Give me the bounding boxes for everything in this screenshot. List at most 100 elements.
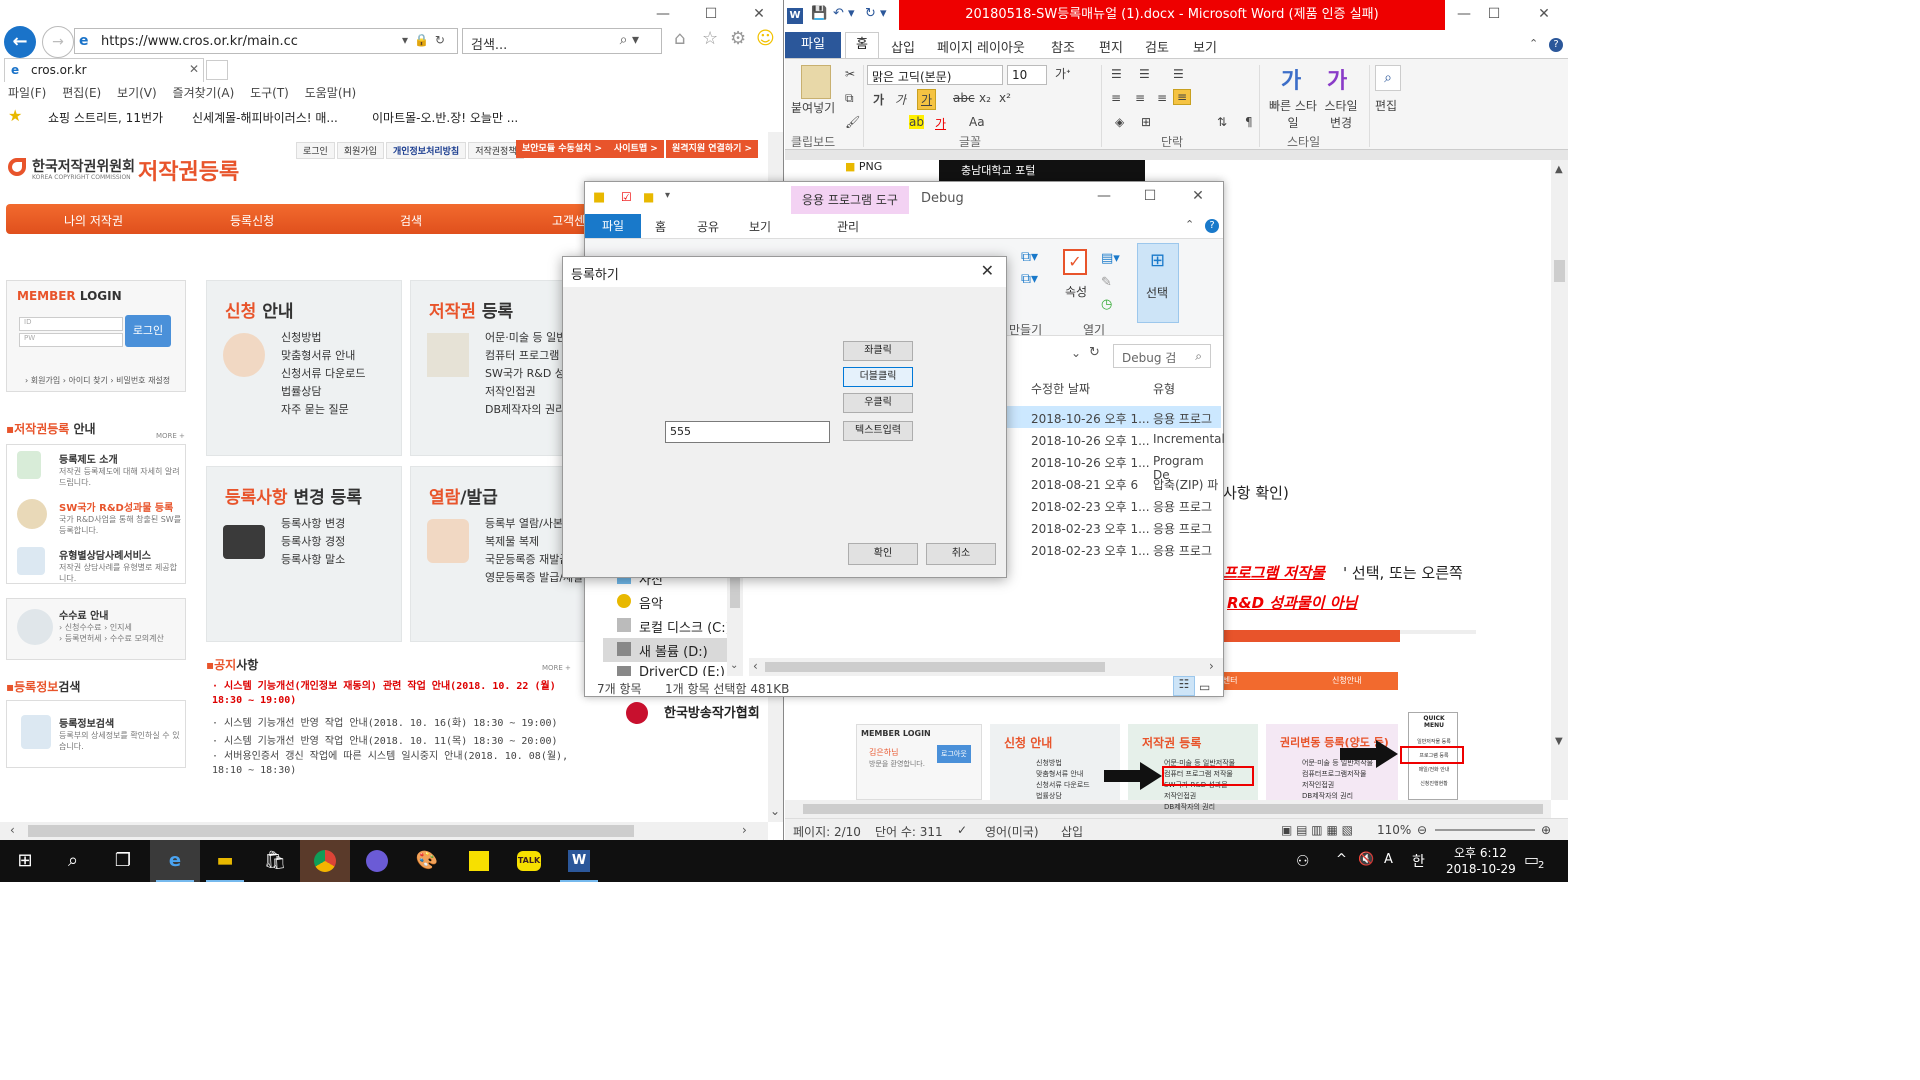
tile-link[interactable]: 신청서류 다운로드 bbox=[281, 365, 365, 383]
sort-icon[interactable]: ⇅ bbox=[1217, 115, 1227, 129]
shading-icon[interactable]: ◈ bbox=[1115, 115, 1124, 129]
scroll-up-icon[interactable]: ▲ bbox=[1555, 164, 1563, 175]
maximize-button[interactable]: ☐ bbox=[694, 4, 728, 24]
zoom-in-icon[interactable]: ⊕ bbox=[1541, 823, 1551, 837]
qat-dropdown-icon[interactable]: ▾ bbox=[665, 190, 670, 201]
zoom-slider[interactable] bbox=[1435, 829, 1535, 831]
maximize-button[interactable]: ☐ bbox=[1477, 4, 1511, 24]
minimize-button[interactable]: — bbox=[1447, 4, 1481, 24]
status-language[interactable]: 영어(미국) bbox=[985, 823, 1039, 840]
sitemap-button[interactable]: 사이트맵 > bbox=[608, 140, 664, 158]
properties-icon[interactable]: ☑ bbox=[621, 190, 632, 204]
ie-taskbar-icon[interactable]: e bbox=[150, 840, 200, 882]
notice-item[interactable]: · 시스템 기능개선 반영 작업 안내(2018. 10. 11(목) 18:3… bbox=[212, 732, 558, 747]
nav-item[interactable]: DriverCD (E:) bbox=[603, 662, 743, 676]
col-type[interactable]: 유형 bbox=[1153, 380, 1175, 397]
align-center-icon[interactable]: ≡ bbox=[1135, 91, 1145, 105]
tab-references[interactable]: 참조 bbox=[1051, 37, 1075, 56]
close-button[interactable]: ✕ bbox=[742, 4, 776, 24]
open-icon[interactable]: ▤▾ bbox=[1101, 251, 1120, 266]
scroll-down-icon[interactable]: ⌄ bbox=[770, 804, 780, 818]
menu-file[interactable]: 파일(F) bbox=[8, 82, 46, 104]
highlight-icon[interactable]: ab bbox=[909, 115, 924, 129]
properties-label[interactable]: 속성 bbox=[1065, 283, 1087, 300]
tab-insert[interactable]: 삽입 bbox=[891, 37, 915, 56]
history-icon[interactable]: ◷ bbox=[1101, 297, 1112, 312]
menu-edit[interactable]: 편집(E) bbox=[62, 82, 101, 104]
search-icon[interactable]: ⌕ bbox=[48, 840, 98, 882]
scroll-thumb[interactable] bbox=[1554, 260, 1565, 282]
menu-favorites[interactable]: 즐겨찾기(A) bbox=[173, 82, 235, 104]
status-mode[interactable]: 삽입 bbox=[1061, 823, 1083, 840]
change-style-label[interactable]: 스타일 변경 bbox=[1319, 97, 1363, 131]
properties-icon[interactable]: ✓ bbox=[1063, 249, 1087, 275]
guide-item-3[interactable]: 유형별상담사례서비스 저작권 상담사례를 유형별로 제공합니다. bbox=[59, 547, 183, 584]
more-link[interactable]: MORE + bbox=[156, 432, 185, 440]
tile-link[interactable]: 자주 묻는 질문 bbox=[281, 401, 365, 419]
italic-icon[interactable]: 가 bbox=[895, 91, 906, 108]
back-icon[interactable]: ← bbox=[4, 26, 36, 58]
home-icon[interactable]: ⌂ bbox=[674, 28, 685, 49]
login-pw-input[interactable]: PW bbox=[19, 333, 123, 347]
tray-expand-icon[interactable]: ^ bbox=[1336, 852, 1347, 867]
font-name-select[interactable]: 맑은 고딕(본문) bbox=[867, 65, 1003, 85]
file-list-hscroll[interactable]: ‹ › bbox=[749, 658, 1223, 676]
nav-item[interactable]: 음악 bbox=[603, 590, 743, 614]
notice-item[interactable]: · 서버용인증서 갱신 작업에 따른 시스템 일시중지 안내(2018. 10.… bbox=[212, 750, 572, 778]
tab-review[interactable]: 검토 bbox=[1145, 37, 1169, 56]
show-marks-icon[interactable]: ¶ bbox=[1245, 115, 1253, 129]
top-link-join[interactable]: 회원가입 bbox=[336, 142, 384, 159]
address-controls[interactable]: ▾🔒↻ bbox=[402, 33, 451, 47]
left-click-button[interactable]: 좌클릭 bbox=[843, 341, 913, 361]
favorite-link-3[interactable]: 이마트몰-오.반.장! 오늘만 ... bbox=[372, 109, 518, 126]
clock-date[interactable]: 2018-10-29 bbox=[1446, 862, 1516, 876]
forward-icon[interactable]: → bbox=[42, 26, 74, 58]
smiley-icon[interactable]: ☺ bbox=[756, 28, 775, 49]
gear-icon[interactable]: ⚙ bbox=[730, 28, 746, 49]
close-button[interactable]: ✕ bbox=[1527, 4, 1561, 24]
file-row[interactable]: 2018-08-21 오후 6 압축(ZIP) 파 bbox=[1005, 472, 1221, 494]
kakaotalk-icon[interactable]: TALK bbox=[504, 840, 554, 882]
nav-apply[interactable]: 등록신청 bbox=[230, 212, 274, 229]
ie-horizontal-scrollbar[interactable]: ‹ › bbox=[0, 822, 768, 840]
copy-icon[interactable]: ⧉ bbox=[845, 91, 854, 106]
explorer-search-input[interactable]: Debug 검 ⌕ bbox=[1113, 344, 1211, 368]
quick-style-icon[interactable]: 가 bbox=[1281, 63, 1301, 95]
scroll-left-icon[interactable]: ‹ bbox=[753, 659, 758, 673]
paste-icon[interactable] bbox=[801, 65, 831, 99]
login-button[interactable]: 로그인 bbox=[125, 315, 171, 347]
language-icon[interactable]: A bbox=[1384, 852, 1393, 867]
grow-font-icon[interactable]: 가ᐩ bbox=[1055, 65, 1071, 82]
people-icon[interactable]: ⚇ bbox=[1296, 852, 1309, 870]
borders-icon[interactable]: ⊞ bbox=[1141, 115, 1151, 129]
nav-customer[interactable]: 고객센 bbox=[552, 212, 585, 229]
tab-view[interactable]: 보기 bbox=[749, 218, 771, 235]
word-taskbar-icon[interactable]: W bbox=[554, 840, 604, 882]
change-case-icon[interactable]: Aa bbox=[969, 115, 985, 129]
search-icon[interactable]: ⌕ ▾ bbox=[620, 32, 639, 48]
subscript-icon[interactable]: x₂ bbox=[979, 91, 991, 105]
tab-manage[interactable]: 관리 bbox=[837, 218, 859, 235]
store-icon[interactable]: 🛍 bbox=[250, 840, 300, 882]
favorites-star-icon[interactable]: ☆ bbox=[702, 28, 718, 49]
tab-file[interactable]: 파일 bbox=[785, 32, 841, 58]
favorite-link-1[interactable]: 쇼핑 스트리트, 11번가 bbox=[48, 109, 163, 126]
scroll-thumb[interactable] bbox=[765, 662, 1105, 672]
align-left-icon[interactable]: ≡ bbox=[1111, 91, 1121, 105]
font-size-select[interactable]: 10 bbox=[1007, 65, 1047, 85]
remote-support-button[interactable]: 원격지원 연결하기 > bbox=[666, 140, 759, 158]
notice-item[interactable]: · 시스템 기능개선 반영 작업 안내(2018. 10. 16(화) 18:3… bbox=[212, 714, 558, 729]
edit-label[interactable]: 편집 bbox=[1375, 97, 1397, 114]
volume-muted-icon[interactable]: 🔇 bbox=[1358, 852, 1374, 867]
search-info[interactable]: 등록정보검색 등록부의 상세정보를 확인하실 수 있습니다. bbox=[59, 715, 183, 752]
copy-path-icon[interactable]: ⧉▾ bbox=[1021, 249, 1038, 265]
paint-icon[interactable]: 🎨 bbox=[402, 840, 452, 882]
bullets-icon[interactable]: ☰ bbox=[1111, 67, 1122, 81]
tab-mailings[interactable]: 편지 bbox=[1099, 37, 1123, 56]
file-row[interactable]: 2018-10-26 오후 1... Program De bbox=[1005, 450, 1221, 482]
change-style-icon[interactable]: 가 bbox=[1327, 63, 1347, 95]
sticky-notes-icon[interactable] bbox=[454, 840, 504, 882]
close-icon[interactable]: ✕ bbox=[981, 261, 994, 280]
bold-icon[interactable]: 가 bbox=[873, 91, 884, 108]
notification-icon[interactable]: ▭ bbox=[1524, 850, 1539, 869]
